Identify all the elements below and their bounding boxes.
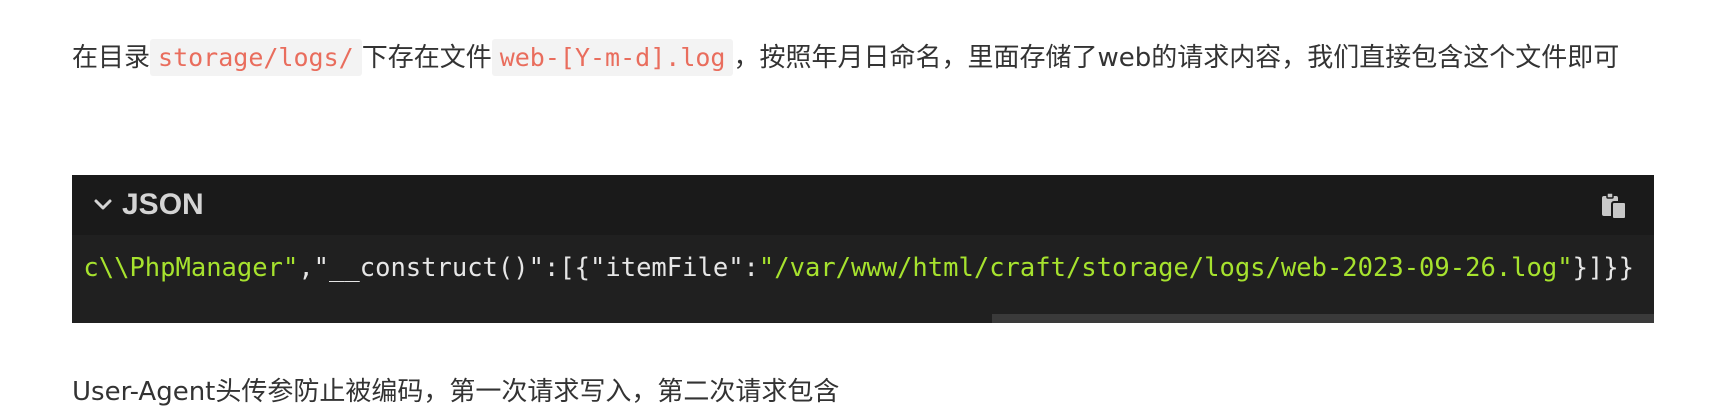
code-language-label: JSON — [122, 188, 204, 221]
copy-icon[interactable] — [1598, 190, 1630, 222]
paragraph-1: 在目录 storage/logs/下存在文件 web-[Y-m-d].log ，按照年… — [72, 30, 1644, 86]
inline-code-filename: web-[Y-m-d].log — [491, 39, 734, 76]
paragraph-1-text-after: ，按照年月日命名，里面存储了web的请求内容，我们直接包含这个文件即可 — [733, 43, 1620, 73]
inline-code-directory: storage/logs/ — [150, 39, 362, 76]
code-string-itemfile: "/var/www/html/craft/storage/logs/web-20… — [758, 253, 1573, 283]
paragraph-1-text-before: 在目录 — [72, 43, 151, 73]
code-string-class: c\\PhpManager" — [83, 253, 299, 283]
code-block-header: JSON — [72, 175, 1654, 235]
code-closing-brackets: }]}} — [1572, 253, 1634, 283]
code-block: JSON c\\PhpManager","__construct()":[{"i… — [72, 175, 1654, 323]
code-line: c\\PhpManager","__construct()":[{"itemFi… — [83, 253, 1634, 283]
paragraph-2: User-Agent头传参防止被编码，第一次请求写入，第二次请求包含 — [72, 377, 840, 407]
chevron-down-icon[interactable] — [92, 194, 114, 216]
paragraph-1-text-mid: 下存在文件 — [361, 43, 492, 73]
code-block-body: c\\PhpManager","__construct()":[{"itemFi… — [72, 235, 1654, 323]
horizontal-scrollbar[interactable] — [992, 314, 1654, 323]
code-key-construct: ,"__construct()":[{"itemFile": — [298, 253, 759, 283]
